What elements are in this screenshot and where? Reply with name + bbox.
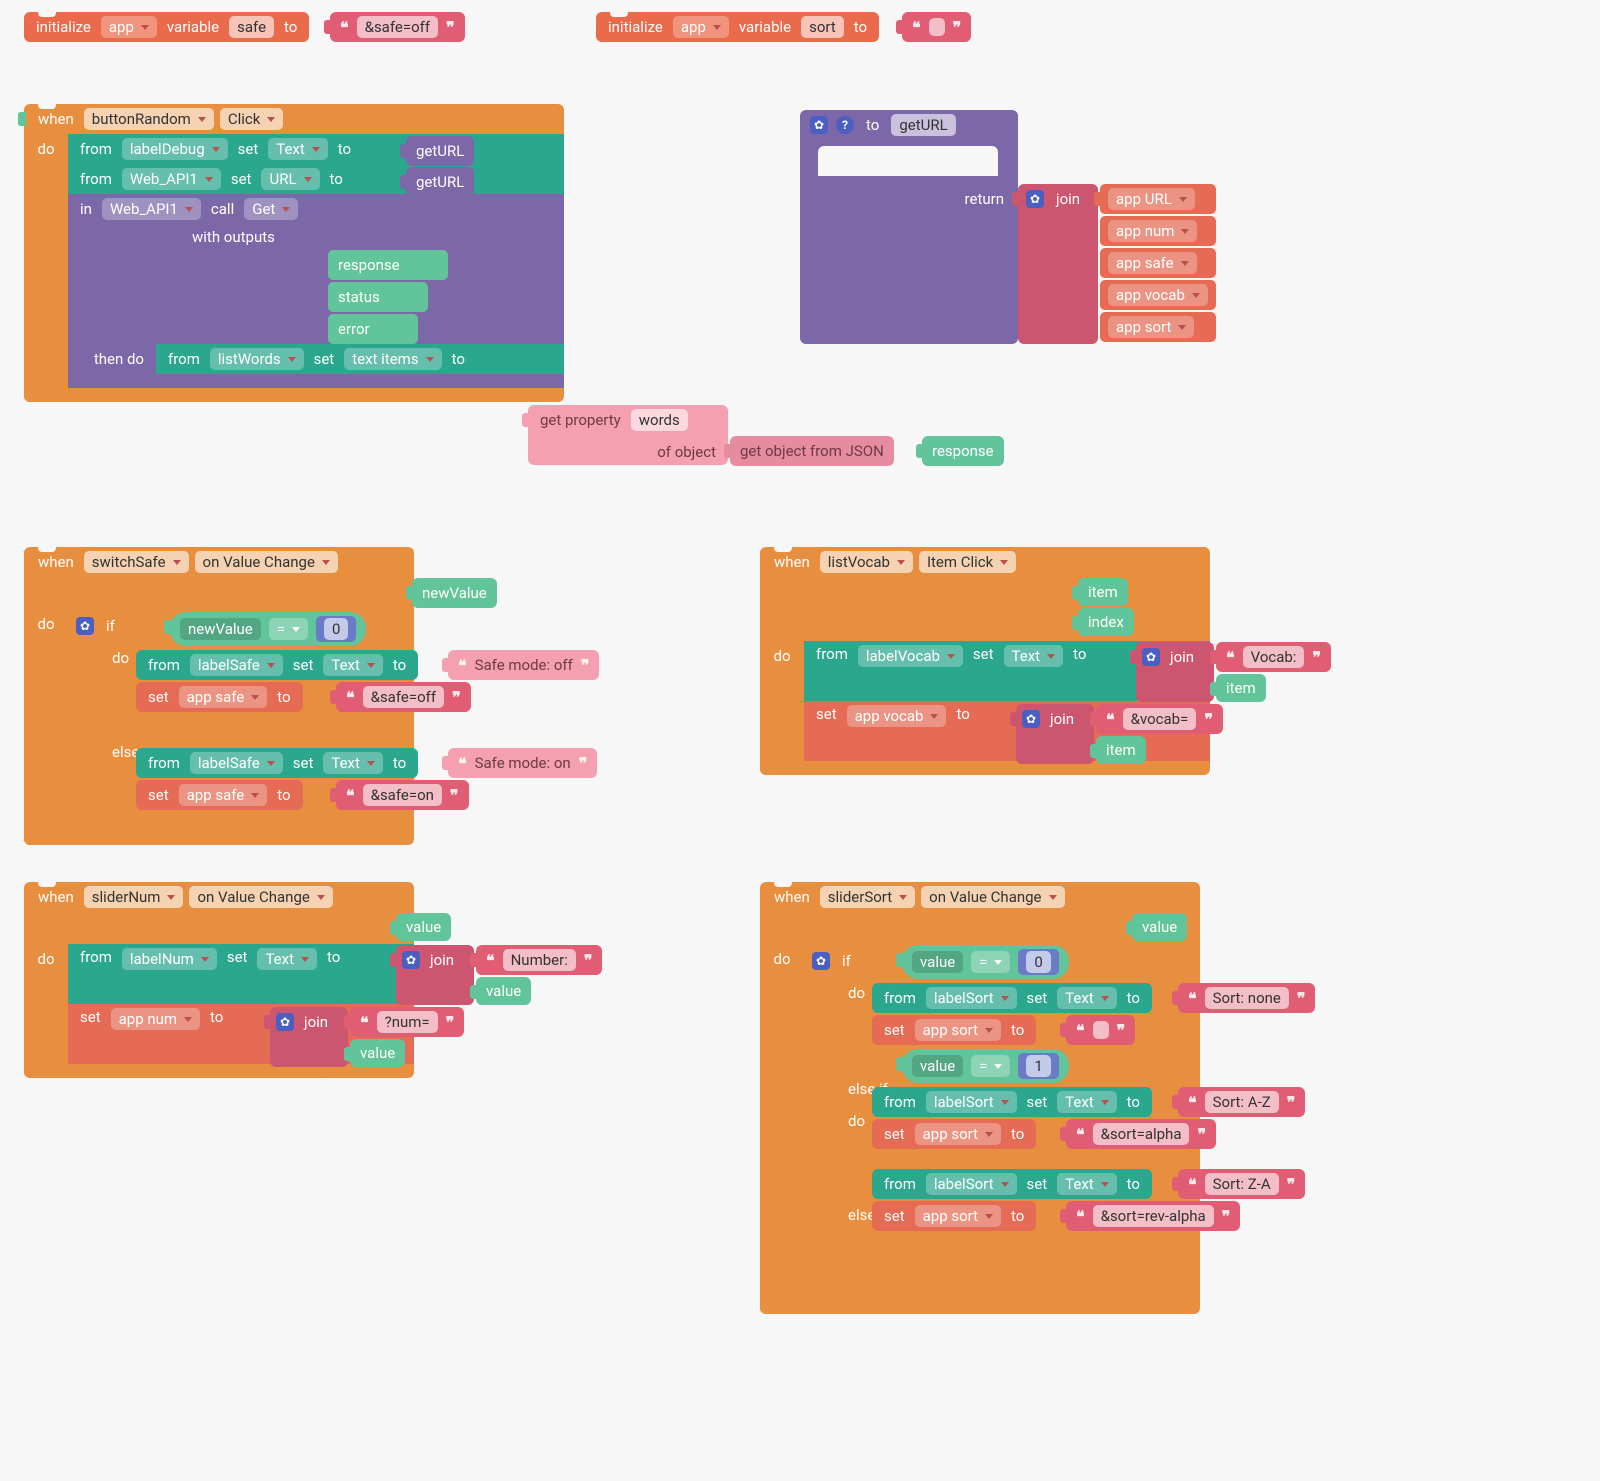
string-literal[interactable]: ❝&safe=on❞ — [336, 780, 469, 810]
join-number-label[interactable]: ✿join — [396, 945, 474, 1005]
output-status[interactable]: status — [328, 282, 428, 312]
component-dropdown[interactable]: buttonRandom — [84, 108, 214, 130]
block-init-sort[interactable]: initialize app variable sort to — [596, 12, 879, 42]
gear-icon[interactable]: ✿ — [1026, 190, 1044, 208]
var-item[interactable]: item — [1216, 674, 1266, 702]
scope-app[interactable]: app — [101, 16, 157, 38]
param-value[interactable]: value — [396, 913, 451, 941]
string-number-label[interactable]: ❝Number:❞ — [476, 945, 602, 975]
call-geturl-2[interactable]: getURL — [406, 167, 474, 197]
join-appvocab[interactable]: ✿join — [1016, 704, 1094, 764]
var-value[interactable]: value — [476, 977, 531, 1005]
param-value[interactable]: value — [1132, 913, 1187, 941]
var-name-sort[interactable]: sort — [801, 16, 844, 38]
string-safe-on[interactable]: ❝Safe mode: on❞ — [448, 748, 597, 778]
set-appsafe-off[interactable]: set app safe to — [136, 682, 303, 712]
get-object-from-json[interactable]: get object from JSON — [730, 436, 894, 466]
gear-icon[interactable]: ✿ — [810, 116, 828, 134]
cond-eq[interactable]: value = 1 — [902, 1049, 1069, 1083]
property-name[interactable]: words — [631, 409, 688, 431]
kw-to: to — [280, 18, 301, 36]
set-listwords-items[interactable]: from listWords set text items to — [156, 344, 564, 374]
string-sort-za[interactable]: ❝Sort: Z-A❞ — [1178, 1169, 1305, 1199]
call-geturl-1[interactable]: getURL — [406, 136, 474, 166]
scope-app[interactable]: app — [673, 16, 729, 38]
cond-eq[interactable]: value = 0 — [902, 945, 1069, 979]
set-labelsafe-on[interactable]: from labelSafe set Text to — [136, 748, 418, 778]
set-labelsafe-off[interactable]: from labelSafe set Text to — [136, 650, 418, 680]
string-vocab-param[interactable]: ❝&vocab=❞ — [1096, 704, 1223, 734]
set-labelsort-none[interactable]: fromlabelSortsetTextto — [872, 983, 1152, 1013]
gear-icon[interactable]: ✿ — [402, 951, 420, 969]
set-labeldebug-text[interactable]: from labelDebug set Text to — [68, 134, 564, 164]
set-appsort-alpha[interactable]: setapp sortto — [872, 1119, 1036, 1149]
block-init-safe[interactable]: initialize app variable safe to — [24, 12, 309, 42]
set-labelsort-az[interactable]: fromlabelSortsetTextto — [872, 1087, 1152, 1117]
join-block[interactable]: ✿ join — [1018, 184, 1098, 344]
join-vocab-label[interactable]: ✿join — [1136, 642, 1214, 702]
join-item[interactable]: app URL — [1100, 184, 1216, 214]
string-literal[interactable]: ❝&safe=off❞ — [336, 682, 471, 712]
set-labelnum[interactable]: from labelNum set Text to — [68, 944, 414, 1004]
gear-icon[interactable]: ✿ — [276, 1013, 294, 1031]
string-sort-revalpha[interactable]: ❝&sort=rev-alpha❞ — [1066, 1201, 1240, 1231]
gear-icon[interactable]: ✿ — [812, 952, 830, 970]
block-canvas: initialize app variable safe to ❝ &safe=… — [12, 12, 1588, 1469]
string-literal-empty[interactable]: ❝ ❞ — [902, 12, 971, 42]
set-appsafe-on[interactable]: set app safe to — [136, 780, 303, 810]
string-safe-off[interactable]: ❝Safe mode: off❞ — [448, 650, 599, 680]
kw-variable: variable — [163, 18, 223, 36]
param-index[interactable]: index — [1078, 608, 1134, 636]
event-dropdown[interactable]: Click — [220, 108, 284, 130]
string-sort-alpha[interactable]: ❝&sort=alpha❞ — [1066, 1119, 1216, 1149]
kw-initialize: initialize — [32, 18, 95, 36]
gear-icon[interactable]: ✿ — [76, 617, 94, 635]
param-newvalue[interactable]: newValue — [412, 578, 497, 608]
call-webapi-get[interactable]: in Web_API1 call Get with outputs respon… — [68, 194, 564, 388]
cond-eq[interactable]: newValue = 0 — [170, 612, 366, 646]
join-item[interactable]: app vocab — [1100, 280, 1216, 310]
set-appsort-revalpha[interactable]: setapp sortto — [872, 1201, 1036, 1231]
procedure-name[interactable]: getURL — [891, 114, 955, 136]
set-webapi-url[interactable]: from Web_API1 set URL to — [68, 164, 564, 194]
var-value[interactable]: value — [350, 1039, 405, 1067]
var-item[interactable]: item — [1096, 736, 1146, 764]
string-empty[interactable]: ❝❞ — [1066, 1015, 1135, 1045]
output-response[interactable]: response — [328, 250, 448, 280]
join-item[interactable]: app safe — [1100, 248, 1216, 278]
string-num-param[interactable]: ❝?num=❞ — [350, 1007, 464, 1037]
quote-close-icon: ❞ — [446, 18, 455, 37]
string-value[interactable] — [929, 18, 945, 36]
block-define-geturl[interactable]: ✿ ? to getURL return — [800, 110, 1018, 344]
set-labelsort-za[interactable]: fromlabelSortsetTextto — [872, 1169, 1152, 1199]
string-sort-none[interactable]: ❝Sort: none❞ — [1178, 983, 1315, 1013]
number-literal[interactable]: 1 — [1018, 1053, 1058, 1079]
gear-icon[interactable]: ✿ — [1142, 648, 1160, 666]
get-property-block[interactable]: get propertywords of object — [528, 405, 728, 465]
join-item[interactable]: app sort — [1100, 312, 1216, 342]
string-sort-az[interactable]: ❝Sort: A-Z❞ — [1178, 1087, 1305, 1117]
join-item[interactable]: app num — [1100, 216, 1216, 246]
set-appsort-none[interactable]: setapp sortto — [872, 1015, 1036, 1045]
join-num-param[interactable]: ✿join — [270, 1007, 348, 1067]
number-literal[interactable]: 0 — [1018, 949, 1058, 975]
quote-open-icon: ❝ — [340, 18, 349, 37]
help-icon[interactable]: ? — [836, 116, 854, 134]
var-response[interactable]: response — [922, 436, 1004, 466]
string-value[interactable]: &safe=off — [357, 16, 438, 38]
output-error[interactable]: error — [328, 314, 418, 344]
string-vocab-label[interactable]: ❝Vocab:❞ — [1216, 642, 1331, 672]
gear-icon[interactable]: ✿ — [1022, 710, 1040, 728]
var-name-safe[interactable]: safe — [229, 16, 274, 38]
param-item[interactable]: item — [1078, 578, 1128, 606]
number-literal[interactable]: 0 — [316, 616, 356, 642]
string-literal-safe-off[interactable]: ❝ &safe=off ❞ — [330, 12, 465, 42]
block-when-button-random[interactable]: when buttonRandom Click do from labelDeb… — [24, 104, 564, 402]
